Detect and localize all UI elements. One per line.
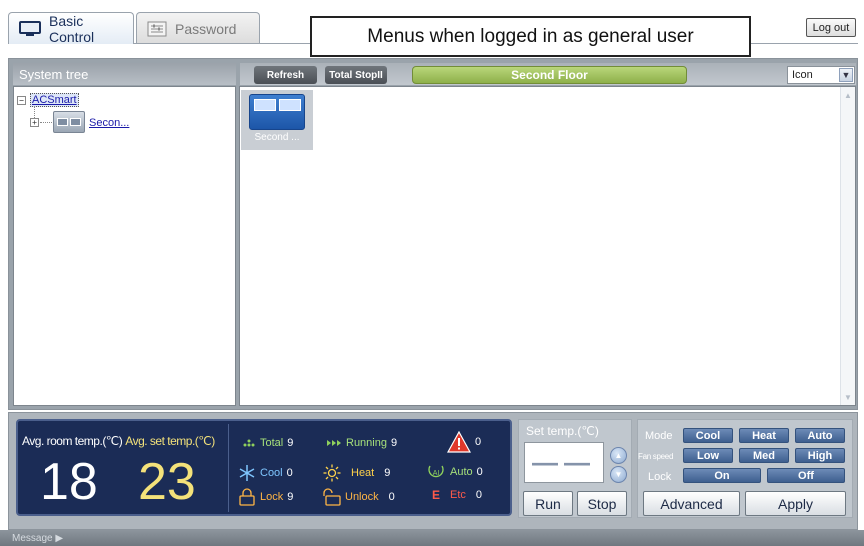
stop-button[interactable]: Stop <box>577 491 627 516</box>
stat-lock-label: Lock <box>260 491 284 503</box>
mode-auto-button[interactable]: Auto <box>795 428 845 443</box>
view-mode-value: Icon <box>792 69 813 81</box>
set-temp-value: —— <box>532 447 596 477</box>
set-temp-label: Set temp.(℃) <box>526 424 599 438</box>
tab-basic-control-label: Basic Control <box>49 12 95 45</box>
tab-password[interactable]: Password <box>136 12 260 44</box>
mode-cool-button[interactable]: Cool <box>683 428 733 443</box>
floor-title: Second Floor <box>412 66 687 84</box>
logout-button[interactable]: Log out <box>806 18 856 37</box>
tree-connector <box>40 122 52 123</box>
stat-unlock: Unlock 0 <box>323 488 395 506</box>
vertical-scrollbar[interactable]: ▲ ▼ <box>840 87 855 405</box>
annotation-note: Menus when logged in as general user <box>310 16 751 57</box>
stat-cool-count: 0 <box>286 467 293 479</box>
warning-icon <box>447 431 471 453</box>
avg-room-temp-label: Avg. room temp.(℃) <box>22 434 123 448</box>
avg-room-temp-value: 18 <box>40 453 98 511</box>
avg-temp-labels: Avg. room temp.(℃) Avg. set temp.(℃) <box>22 434 228 448</box>
tree-node-acsmart[interactable]: ACSmart <box>30 93 79 107</box>
status-divider <box>228 424 229 512</box>
stat-etc-label: Etc <box>450 489 466 501</box>
stat-unlock-label: Unlock <box>345 491 379 503</box>
svg-text:AI: AI <box>433 470 440 477</box>
stat-total: Total 9 <box>242 437 293 449</box>
sun-icon <box>323 464 341 482</box>
stat-lock: Lock 9 <box>238 488 293 506</box>
stat-running: Running 9 <box>326 437 397 449</box>
floor-group-icon <box>53 111 85 133</box>
system-tree-header: System tree <box>13 63 236 85</box>
unit-card-second-floor[interactable]: Second ... <box>241 90 313 150</box>
system-tree-panel <box>13 86 236 406</box>
stat-alarm-count: 0 <box>475 436 482 448</box>
scroll-up-icon[interactable]: ▲ <box>841 88 855 102</box>
unlock-icon <box>323 488 341 506</box>
stat-alarm: 0 <box>447 431 481 453</box>
stat-heat-count: 9 <box>384 467 391 479</box>
total-stop-button[interactable]: Total StopII <box>325 66 387 84</box>
message-bar[interactable]: Message ▶ <box>0 530 864 546</box>
temp-down-button[interactable]: ▼ <box>610 466 627 483</box>
set-temp-display: —— <box>524 442 604 483</box>
view-mode-select[interactable]: Icon ▼ <box>787 66 855 84</box>
lock-on-button[interactable]: On <box>683 468 761 483</box>
stat-lock-count: 9 <box>287 491 294 503</box>
running-icon <box>326 438 342 448</box>
auto-mode-icon: AI <box>426 464 446 480</box>
stat-cool-label: Cool <box>260 467 283 479</box>
stat-total-label: Total <box>260 437 284 449</box>
lock-off-button[interactable]: Off <box>767 468 845 483</box>
indoor-unit-group-icon <box>249 94 305 130</box>
error-e-icon: E <box>432 488 441 502</box>
stat-auto-label: Auto <box>450 466 473 478</box>
stat-etc-count: 0 <box>475 489 483 501</box>
message-label: Message ▶ <box>12 532 64 544</box>
unit-card-label: Second ... <box>254 132 300 143</box>
avg-set-temp-label: Avg. set temp.(℃) <box>125 434 215 448</box>
tree-collapse-icon[interactable]: − <box>17 96 26 105</box>
stat-etc: E Etc 0 <box>432 488 482 502</box>
run-button[interactable]: Run <box>523 491 573 516</box>
refresh-button[interactable]: Refresh <box>254 66 317 84</box>
stat-auto: AI Auto 0 <box>426 464 483 480</box>
stat-running-label: Running <box>346 437 387 449</box>
tree-expand-icon[interactable]: + <box>30 118 39 127</box>
fan-med-button[interactable]: Med <box>739 448 789 463</box>
chevron-down-icon[interactable]: ▼ <box>839 68 853 82</box>
fan-low-button[interactable]: Low <box>683 448 733 463</box>
advanced-button[interactable]: Advanced <box>643 491 740 516</box>
tree-node-second-floor[interactable]: Secon... <box>89 117 129 129</box>
stat-heat: Heat 9 <box>323 464 390 482</box>
avg-set-temp-value: 23 <box>138 453 196 511</box>
apply-button[interactable]: Apply <box>745 491 846 516</box>
fan-speed-label: Fan speed <box>638 452 674 461</box>
stat-total-count: 9 <box>287 437 294 449</box>
stat-running-count: 9 <box>390 437 398 449</box>
stat-unlock-count: 0 <box>388 491 395 503</box>
tab-password-label: Password <box>175 20 237 37</box>
scroll-down-icon[interactable]: ▼ <box>841 390 855 404</box>
stat-auto-count: 0 <box>476 466 483 478</box>
stat-cool: Cool 0 <box>238 464 293 482</box>
lock-control-label: Lock <box>648 471 672 483</box>
tab-basic-control[interactable]: Basic Control <box>8 12 134 45</box>
lock-icon <box>238 488 256 506</box>
snowflake-icon <box>238 464 256 482</box>
unit-view-panel <box>239 86 856 406</box>
units-total-icon <box>242 438 256 448</box>
monitor-icon <box>19 20 41 37</box>
stat-heat-label: Heat <box>351 467 375 479</box>
fan-high-button[interactable]: High <box>795 448 845 463</box>
mode-heat-button[interactable]: Heat <box>739 428 789 443</box>
temp-up-button[interactable]: ▲ <box>610 447 627 464</box>
mode-label: Mode <box>645 430 673 442</box>
settings-list-icon <box>147 21 167 37</box>
